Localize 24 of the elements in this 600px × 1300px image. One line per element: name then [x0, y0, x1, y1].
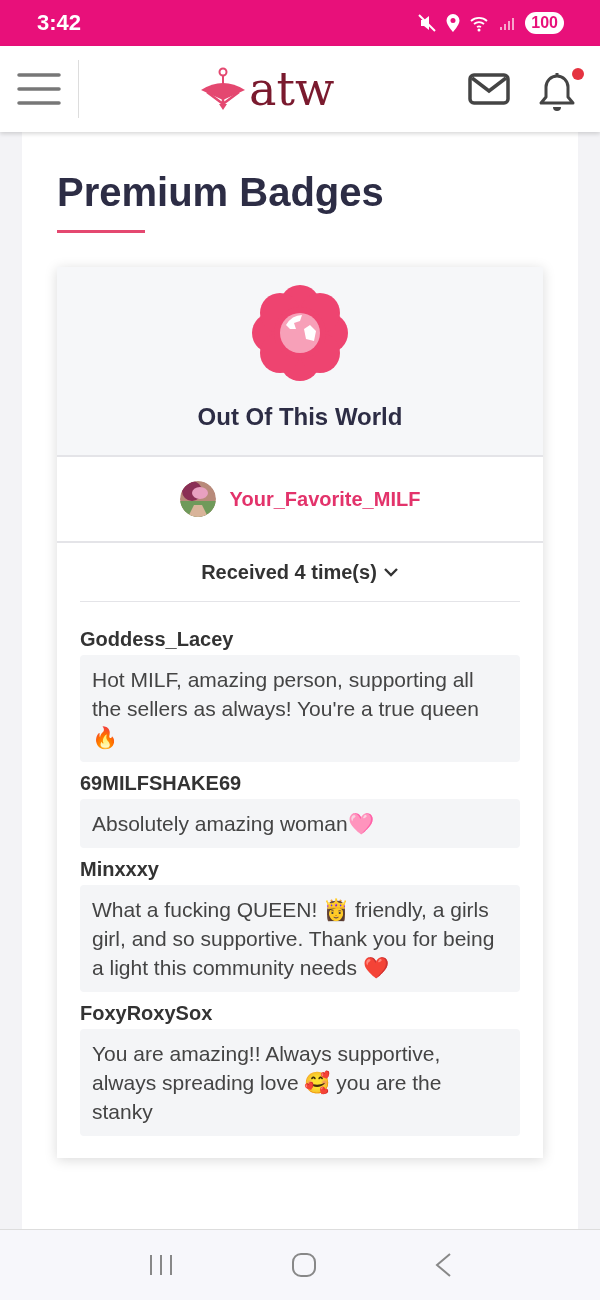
comment-author: Minxxxy [80, 858, 160, 881]
comment-author: FoxyRoxySox [80, 1002, 214, 1025]
site-logo[interactable]: atw [199, 66, 335, 112]
clock-time: 3:42 [37, 10, 82, 36]
comment-text: What a fucking QUEEN! 👸 friendly, a girls girl, and so supportive. Thank you for being a light this community needs ❤ [80, 885, 520, 992]
back-icon[interactable] [433, 1252, 452, 1278]
comment-text: Hot MILF, amazing person, supporting all the sellers as always! You're a true queen 🔥 [80, 655, 520, 762]
battery-level: 100 [525, 12, 564, 34]
comment-author: 69MILFSHAKE69 [80, 772, 243, 795]
mail-button[interactable] [468, 73, 510, 105]
mute-icon [417, 13, 438, 33]
comment-text: Absolutely amazing woman🩷 [80, 799, 520, 848]
comment-author: Goddess_Lacey [80, 628, 235, 651]
home-icon[interactable] [291, 1252, 317, 1278]
received-toggle[interactable]: Received 4 time(s) [201, 560, 399, 584]
chevron-down-icon [382, 566, 399, 578]
globe-badge-icon [252, 285, 348, 381]
comment-text: You are amazing!! Always supportive, always spreading love 🥰 you are the stanky [80, 1029, 520, 1136]
location-icon [445, 13, 462, 33]
username-link[interactable]: Your_Favorite_MILF [229, 487, 421, 511]
page-title: Premium Badges [57, 170, 385, 214]
notifications-button[interactable] [538, 66, 584, 112]
badge-name: Out Of This World [197, 403, 403, 431]
recent-apps-icon[interactable] [148, 1254, 175, 1276]
